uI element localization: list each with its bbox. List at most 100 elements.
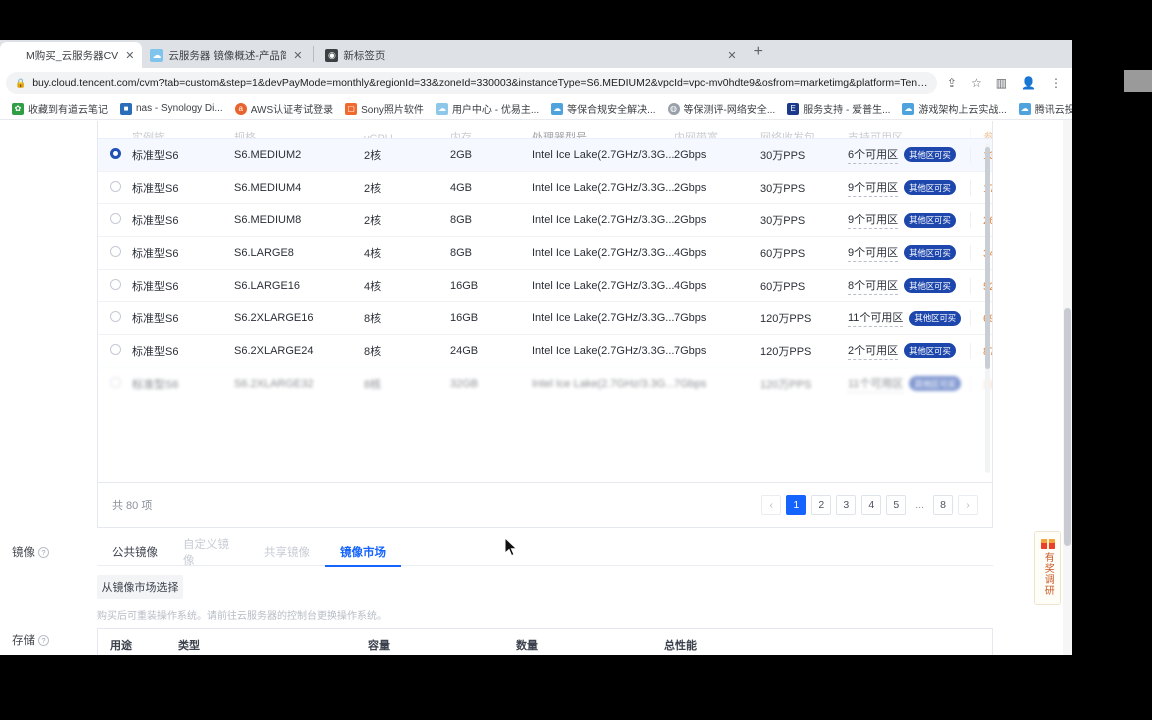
bookmark-item[interactable]: a AWS认证考试登录 [229,101,339,116]
close-icon[interactable]: ✕ [123,49,134,62]
cell-memory: 24GB [450,344,479,357]
bookmark-item[interactable]: E 服务支持 - 爱普生... [781,101,896,116]
cell-cpu: Intel Ice Lake(2.7GHz/3.3G... [532,344,674,357]
bookmark-item[interactable]: ◍ 等保测评-网络安全... [662,101,782,116]
cell-bandwidth: 2Gbps [674,214,707,227]
page-button-4[interactable]: 4 [861,495,882,515]
page-button-2[interactable]: 2 [811,495,832,515]
cell-family: 标准型S6 [132,247,179,260]
browser-tab-0[interactable]: M购买_云服务器CV ✕ [0,42,143,68]
bookmark-item[interactable]: ☁腾讯云投标文档管... [1013,101,1072,116]
table-row[interactable]: 标准型S6 S6.MEDIUM8 2核 8GB Intel Ice Lake(2… [98,203,992,236]
cell-memory: 16GB [450,279,479,292]
bookmark-item[interactable]: ☁ 用户中心 - 优易主... [430,101,545,116]
image-source-tabs: 公共镜像 自定义镜像 共享镜像 镜像市场 [97,538,993,567]
tab-divider [313,46,315,62]
zone-count: 11个可用区 [848,309,904,328]
cell-spec: S6.LARGE16 [234,279,301,292]
cell-memory: 8GB [450,246,473,259]
bookmark-item[interactable]: ✿ 收藏到有道云笔记 [6,101,114,116]
address-bar[interactable]: 🔒 buy.cloud.tencent.com/cvm?tab=custom&s… [6,72,937,94]
desktop-bottom-area [0,680,1152,720]
cell-spec: S6.2XLARGE32 [234,377,314,390]
page-button-5[interactable]: 5 [886,495,907,515]
zone-count: 8个可用区 [848,277,899,295]
cell-family: 标准型S6 [132,345,179,358]
status-badge: 其他区可买 [904,245,956,261]
page-button-last[interactable]: 8 [933,495,953,515]
menu-icon[interactable]: ⋮ [1046,76,1066,90]
cell-zones: 6个可用区 其他区可买 [848,146,970,164]
url-text: buy.cloud.tencent.com/cvm?tab=custom&ste… [32,77,928,89]
tab-public-image[interactable]: 公共镜像 [97,538,173,566]
table-row[interactable]: 标准型S6 S6.2XLARGE16 8核 16GB Intel Ice Lak… [98,301,992,334]
zone-count: 6个可用区 [848,146,899,164]
survey-widget[interactable]: 有奖调研 [1034,531,1061,605]
row-radio[interactable] [110,147,132,162]
cell-pps: 30万PPS [760,182,806,195]
row-radio[interactable] [110,180,132,195]
browser-tab-1[interactable]: ☁ 云服务器 镜像概述-产品简介-文 ✕ [142,42,310,68]
select-from-marketplace-button[interactable]: 从镜像市场选择 [97,575,183,599]
bookmark-item[interactable]: ▢ Sony照片软件 [339,101,430,116]
row-radio[interactable] [110,213,132,227]
row-radio[interactable] [110,343,132,358]
table-row[interactable]: 标准型S6 S6.2XLARGE32 8核 32GB Intel Ice Lak… [98,366,992,400]
sidepanel-icon[interactable]: ▥ [992,76,1011,90]
label-text: 镜像 [12,547,35,559]
share-icon[interactable]: ⇪ [943,76,961,90]
bookmark-label: 等保合规安全解决... [567,105,656,116]
cell-vcpu: 2核 [364,149,382,162]
bookmark-label: 腾讯云投标文档管... [1034,105,1072,116]
tab-title: 新标签页 [343,49,386,62]
new-tab-icon: ◉ [325,48,339,62]
table-row[interactable]: 标准型S6 S6.MEDIUM2 2核 2GB Intel Ice Lake(2… [98,138,992,171]
star-icon[interactable]: ☆ [967,76,986,90]
image-note: 购买后可重装操作系统。请前往云服务器的控制台更换操作系统。 [97,611,387,622]
sony-icon: ▢ [345,102,358,115]
help-icon[interactable]: ? [38,634,49,646]
prev-page-button[interactable]: ‹ [761,495,782,515]
cloud-icon: ☁ [435,102,448,115]
table-row[interactable]: 标准型S6 S6.LARGE8 4核 8GB Intel Ice Lake(2.… [98,236,992,269]
next-page-button[interactable]: › [958,495,978,515]
table-scrollbar-thumb[interactable] [985,147,990,369]
bookmark-item[interactable]: ☁ 游戏架构上云实战... [896,101,1012,116]
table-row[interactable]: 标准型S6 S6.MEDIUM4 2核 4GB Intel Ice Lake(2… [98,170,992,204]
bookmark-item[interactable]: ■ nas - Synology Di... [114,102,229,115]
row-radio[interactable] [110,278,132,293]
page-button-1[interactable]: 1 [786,495,807,515]
tab-title: M购买_云服务器CV [26,49,119,62]
tab-image-marketplace[interactable]: 镜像市场 [325,538,401,567]
cell-zones: 8个可用区 其他区可买 [848,277,970,295]
row-radio[interactable] [110,311,132,325]
globe-icon: ◍ [667,102,680,115]
page-scrollbar-thumb[interactable] [1064,308,1071,546]
tab-custom-image[interactable]: 自定义镜像 [173,538,249,567]
close-icon[interactable]: ✕ [291,49,302,62]
radio-icon [110,147,121,159]
browser-tab-2[interactable]: ◉ 新标签页 [317,42,417,68]
profile-icon[interactable]: 👤 [1017,76,1040,90]
row-radio[interactable] [110,245,132,260]
zone-count: 11个可用区 [848,375,904,393]
cell-cpu: Intel Ice Lake(2.7GHz/3.3G... [532,312,674,325]
column-header: 内存 [450,132,472,138]
bookmark-item[interactable]: ☁ 等保合规安全解决... [545,101,661,116]
table-row[interactable]: 标准型S6 S6.2XLARGE24 8核 24GB Intel Ice Lak… [98,334,992,367]
cell-pps: 60万PPS [760,280,806,293]
cell-vcpu: 4核 [364,280,382,293]
help-icon[interactable]: ? [38,546,49,558]
cell-cpu: Intel Ice Lake(2.7GHz/3.3G... [532,214,674,227]
tab-shared-image[interactable]: 共享镜像 [249,538,325,566]
tab-close-spare[interactable]: ✕ [717,42,744,68]
page-button-3[interactable]: 3 [836,495,857,515]
cell-zones: 11个可用区 其他区可买 [848,309,970,328]
cell-family: 标准型S6 [132,313,179,326]
image-section-label: 镜像 ? [12,544,49,560]
row-radio[interactable] [110,376,132,391]
cell-vcpu: 2核 [364,215,382,228]
close-icon[interactable]: ✕ [725,49,736,62]
table-row[interactable]: 标准型S6 S6.LARGE16 4核 16GB Intel Ice Lake(… [98,268,992,302]
new-tab-button[interactable]: + [745,43,772,60]
